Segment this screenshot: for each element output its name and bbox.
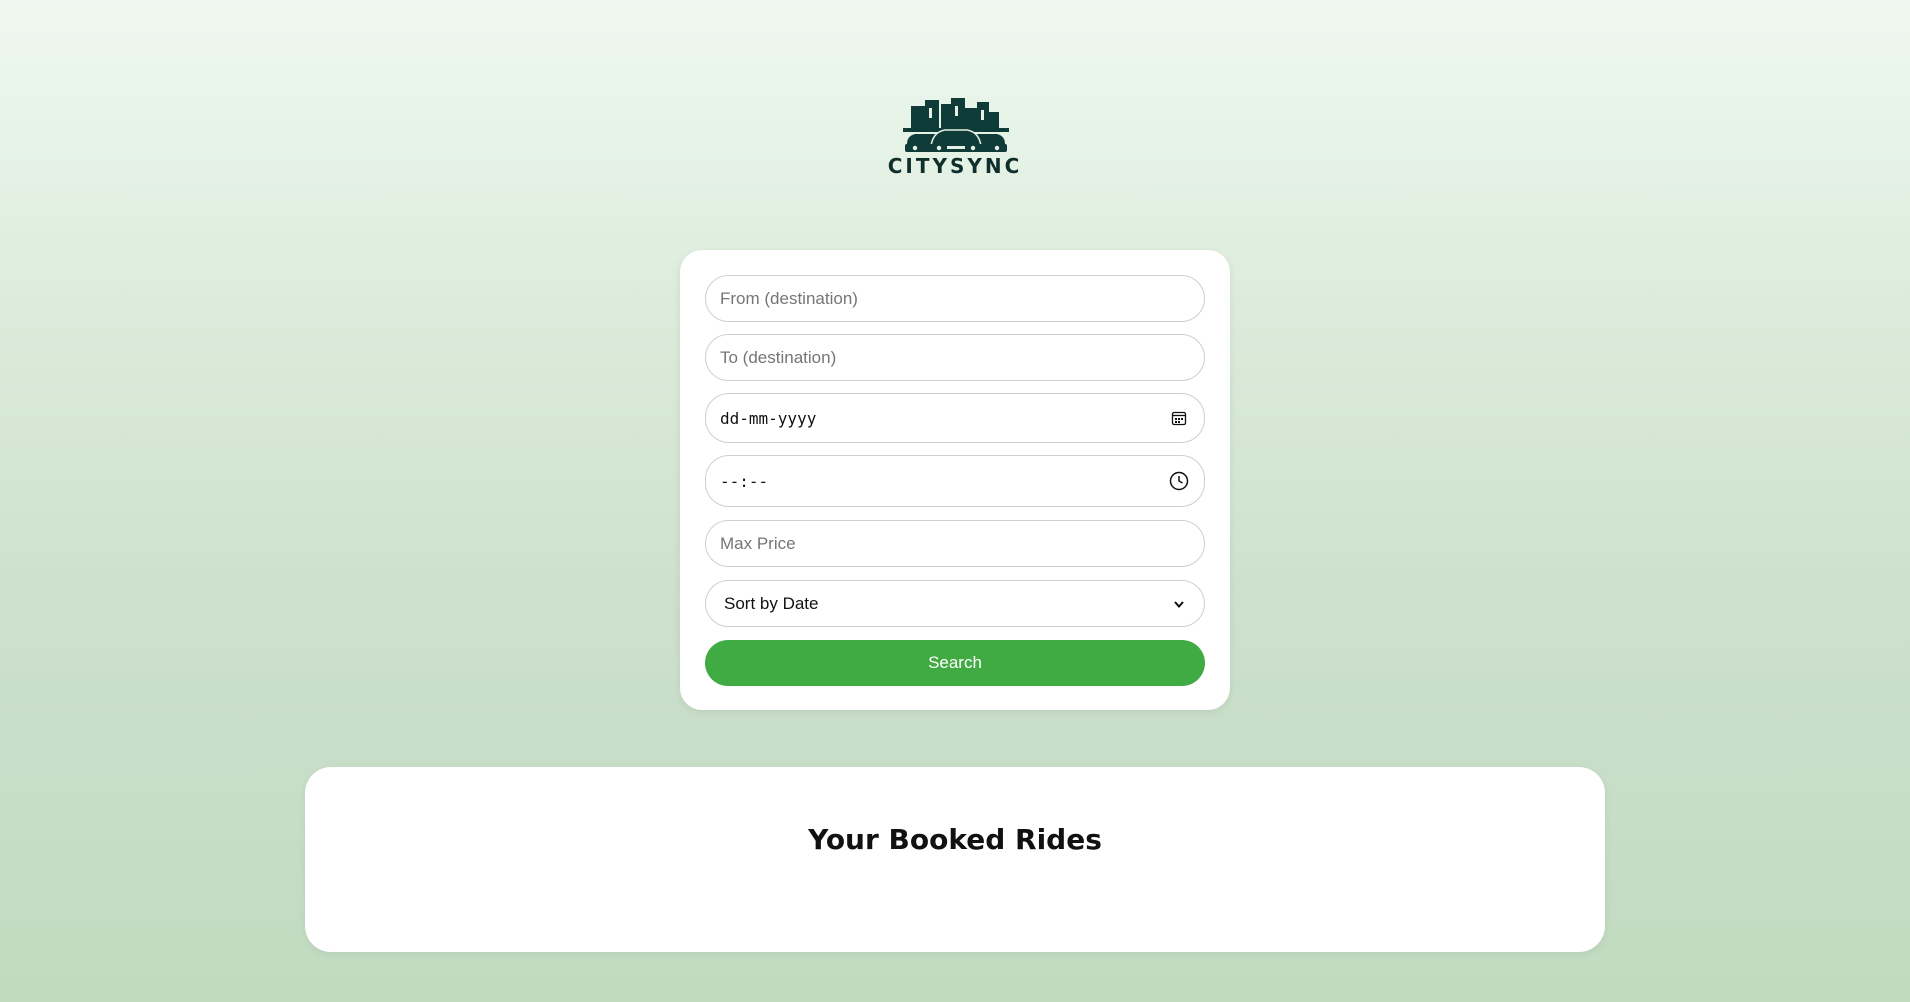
time-input[interactable]: --:-- (705, 455, 1205, 507)
max-price-placeholder: Max Price (720, 533, 796, 553)
brand-name: CITYSYNC (887, 154, 1023, 178)
chevron-down-icon (1168, 593, 1190, 615)
booked-rides-title: Your Booked Rides (808, 823, 1102, 856)
date-placeholder: dd-mm-yyyy (720, 408, 817, 428)
to-input[interactable]: To (destination) (705, 334, 1205, 381)
from-placeholder: From (destination) (720, 288, 858, 308)
search-button[interactable]: Search (705, 640, 1205, 686)
from-input[interactable]: From (destination) (705, 275, 1205, 322)
booked-rides-panel: Your Booked Rides (305, 767, 1605, 952)
to-placeholder: To (destination) (720, 347, 837, 367)
city-cars-logo-icon (903, 98, 1009, 152)
calendar-icon[interactable] (1168, 407, 1190, 429)
time-placeholder: --:-- (720, 471, 769, 491)
sort-select[interactable]: Sort by Date (705, 580, 1205, 627)
sort-selected-value: Sort by Date (724, 593, 819, 613)
ride-search-form: From (destination) To (destination) dd-m… (680, 250, 1230, 710)
clock-icon[interactable] (1168, 470, 1190, 492)
date-input[interactable]: dd-mm-yyyy (705, 393, 1205, 443)
max-price-input[interactable]: Max Price (705, 520, 1205, 567)
